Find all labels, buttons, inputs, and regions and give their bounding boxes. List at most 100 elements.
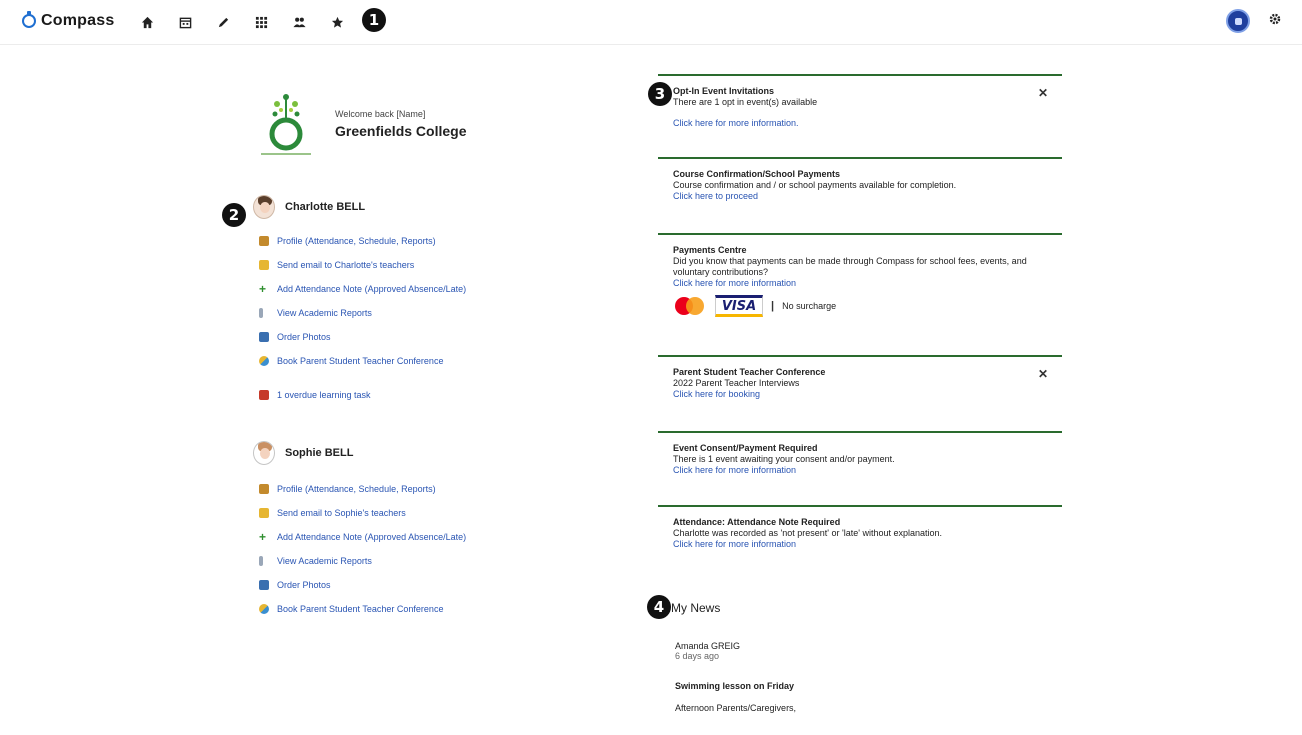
news-salutation: Afternoon Parents/Caregivers, (675, 703, 797, 713)
notification-cards: Opt-In Event Invitations There are 1 opt… (658, 74, 1062, 579)
conference-icon (259, 356, 269, 366)
card-title: Opt-In Event Invitations (673, 86, 775, 96)
action-label: Send email to Charlotte's teachers (277, 260, 415, 270)
card-opt-in-events: Opt-In Event Invitations There are 1 opt… (658, 74, 1062, 157)
action-label: Book Parent Student Teacher Conference (277, 604, 444, 614)
welcome-text: Welcome back [Name] (335, 109, 426, 119)
student-header: Sophie BELL (243, 441, 583, 467)
card-text: 2022 Parent Teacher Interviews (673, 378, 800, 388)
order-photos-link[interactable]: Order Photos (243, 325, 583, 349)
card-link[interactable]: Click here for more information. (673, 118, 1048, 129)
app-name: Compass (41, 12, 115, 29)
card-text: There is 1 event awaiting your consent a… (673, 454, 895, 464)
apps-grid-icon[interactable] (242, 12, 280, 32)
card-event-consent: Event Consent/Payment Required There is … (658, 431, 1062, 505)
card-link[interactable]: Click here to proceed (673, 191, 1048, 202)
callout-2: 2 (222, 203, 246, 227)
pencil-icon[interactable] (204, 12, 242, 32)
home-icon[interactable] (128, 12, 166, 32)
card-payments-centre: Payments Centre Did you know that paymen… (658, 233, 1062, 355)
close-icon[interactable]: ✕ (1038, 86, 1048, 100)
profile-link[interactable]: Profile (Attendance, Schedule, Reports) (243, 229, 583, 253)
top-bar: Compass (0, 0, 1302, 44)
action-label: Order Photos (277, 580, 331, 590)
card-text: Charlotte was recorded as 'not present' … (673, 528, 943, 538)
callout-1: 1 (362, 8, 386, 32)
card-title: Attendance: Attendance Note Required (673, 517, 841, 527)
people-icon[interactable] (280, 12, 318, 32)
news-author: Amanda GREIG (675, 641, 741, 651)
email-icon (259, 508, 269, 518)
calendar-icon[interactable] (166, 12, 204, 32)
action-label: Add Attendance Note (Approved Absence/La… (277, 532, 467, 542)
school-name: Greenfields College (335, 123, 467, 139)
student-header: Charlotte BELL (243, 195, 583, 221)
compass-logo-icon (22, 11, 36, 28)
action-label: Send email to Sophie's teachers (277, 508, 406, 518)
action-label: View Academic Reports (277, 308, 372, 318)
action-label: 1 overdue learning task (277, 390, 371, 400)
card-link[interactable]: Click here for booking (673, 389, 1048, 400)
book-conference-link[interactable]: Book Parent Student Teacher Conference (243, 597, 583, 621)
student-card-charlotte: Charlotte BELL Profile (Attendance, Sche… (243, 195, 583, 407)
action-label: Add Attendance Note (Approved Absence/La… (277, 284, 467, 294)
compass-logo[interactable]: Compass (22, 11, 115, 30)
school-logo (255, 90, 317, 158)
plus-icon: + (259, 530, 267, 544)
add-attendance-note-link[interactable]: + Add Attendance Note (Approved Absence/L… (243, 525, 583, 549)
card-parent-teacher-conference: Parent Student Teacher Conference 2022 P… (658, 355, 1062, 431)
gear-icon[interactable] (1268, 12, 1282, 28)
card-text: There are 1 opt in event(s) available (673, 97, 818, 107)
card-title: Event Consent/Payment Required (673, 443, 818, 453)
action-label: Profile (Attendance, Schedule, Reports) (277, 236, 436, 246)
card-course-confirmation: Course Confirmation/School Payments Cour… (658, 157, 1062, 233)
academic-reports-link[interactable]: View Academic Reports (243, 301, 583, 325)
student-card-sophie: Sophie BELL Profile (Attendance, Schedul… (243, 441, 583, 621)
card-attendance-note: Attendance: Attendance Note Required Cha… (658, 505, 1062, 579)
report-icon (259, 556, 263, 566)
student-name[interactable]: Charlotte BELL (285, 201, 365, 213)
task-icon (259, 390, 269, 400)
card-text: Did you know that payments can be made t… (673, 256, 1027, 277)
email-teachers-link[interactable]: Send email to Charlotte's teachers (243, 253, 583, 277)
user-avatar-button[interactable] (1226, 9, 1250, 33)
my-news: My News Amanda GREIG 6 days ago Swimming… (658, 595, 1062, 713)
main-nav (128, 12, 356, 32)
action-label: Order Photos (277, 332, 331, 342)
email-icon (259, 260, 269, 270)
news-item[interactable]: Amanda GREIG 6 days ago Swimming lesson … (658, 641, 1062, 713)
card-link[interactable]: Click here for more information (673, 465, 1048, 476)
card-link[interactable]: Click here for more information (673, 278, 1048, 289)
add-attendance-note-link[interactable]: + Add Attendance Note (Approved Absence/L… (243, 277, 583, 301)
star-icon[interactable] (318, 12, 356, 32)
card-title: Payments Centre (673, 245, 747, 255)
card-link[interactable]: Click here for more information (673, 539, 1048, 550)
student-avatar[interactable] (253, 441, 275, 465)
action-label: Book Parent Student Teacher Conference (277, 356, 444, 366)
student-avatar[interactable] (253, 195, 275, 219)
photo-icon (259, 332, 269, 342)
academic-reports-link[interactable]: View Academic Reports (243, 549, 583, 573)
card-title: Parent Student Teacher Conference (673, 367, 826, 377)
card-title: Course Confirmation/School Payments (673, 169, 841, 179)
book-conference-link[interactable]: Book Parent Student Teacher Conference (243, 349, 583, 373)
payment-methods: VISA | No surcharge (673, 295, 1048, 317)
email-teachers-link[interactable]: Send email to Sophie's teachers (243, 501, 583, 525)
school-header: Welcome back [Name] Greenfields College (243, 86, 583, 162)
callout-4: 4 (647, 595, 671, 619)
profile-icon (259, 236, 269, 246)
report-icon (259, 308, 263, 318)
no-surcharge-text: No surcharge (782, 301, 837, 311)
callout-3: 3 (648, 82, 672, 106)
profile-link[interactable]: Profile (Attendance, Schedule, Reports) (243, 477, 583, 501)
news-headline[interactable]: Swimming lesson on Friday (675, 681, 1062, 691)
close-icon[interactable]: ✕ (1038, 367, 1048, 381)
mastercard-logo (673, 295, 707, 317)
student-name[interactable]: Sophie BELL (285, 447, 353, 459)
order-photos-link[interactable]: Order Photos (243, 573, 583, 597)
action-label: View Academic Reports (277, 556, 372, 566)
overdue-task-link[interactable]: 1 overdue learning task (243, 383, 583, 407)
conference-icon (259, 604, 269, 614)
top-divider (0, 44, 1302, 45)
news-age: 6 days ago (675, 651, 720, 661)
